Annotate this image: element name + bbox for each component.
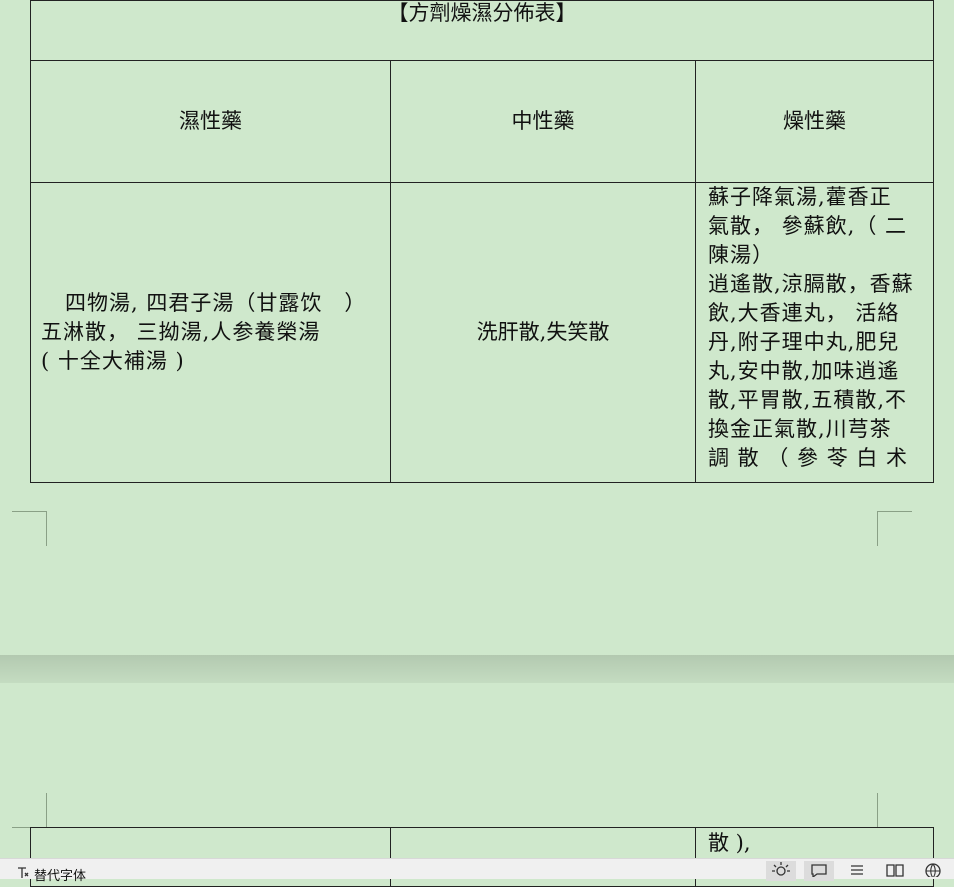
table-title: 【方劑燥濕分佈表】	[387, 1, 577, 25]
view-controls	[766, 861, 948, 881]
comment-icon	[809, 861, 829, 881]
eye-protection-button[interactable]	[766, 861, 796, 881]
dry-line: 丸,安中散,加味逍遙	[708, 359, 900, 383]
margin-corner-mark	[12, 511, 47, 546]
margin-corner-mark	[877, 511, 912, 546]
page-separator	[0, 655, 954, 683]
table-title-cell[interactable]: 【方劑燥濕分佈表】	[29, 0, 935, 61]
dry-line: 調 散 （ 參 苓 白 术	[708, 446, 909, 470]
wet-line: 四物湯, 四君子湯（甘露饮 ）	[65, 291, 367, 315]
dry-line: 蘇子降氣湯,藿香正	[708, 185, 892, 209]
header-neutral[interactable]: 中性藥	[390, 60, 696, 183]
wet-herbs-cell[interactable]: 四物湯, 四君子湯（甘露饮 ） 五淋散， 三拗湯,人参養榮湯 ( 十全大補湯 )	[30, 182, 391, 483]
neutral-herbs-cell[interactable]: 洗肝散,失笑散	[390, 182, 696, 483]
substitute-font-label: 替代字体	[34, 869, 87, 884]
status-bar: 替代字体	[0, 858, 954, 884]
web-view-button[interactable]	[918, 861, 948, 881]
dry-line: 氣散， 參蘇飲,（ 二	[708, 214, 908, 238]
dry-herbs-cell[interactable]: 蘇子降氣湯,藿香正 氣散， 參蘇飲,（ 二 陳湯） 逍遙散,涼膈散，香蘇 飲,大…	[694, 182, 935, 483]
dry-line: 陳湯）	[708, 243, 774, 267]
margin-corner-mark	[12, 793, 47, 828]
list-icon	[847, 861, 867, 881]
book-icon	[885, 861, 905, 881]
substitute-font-indicator[interactable]: 替代字体	[16, 865, 86, 884]
header-dry[interactable]: 燥性藥	[694, 60, 935, 183]
wet-line: ( 十全大補湯 )	[41, 349, 185, 373]
header-wet[interactable]: 濕性藥	[30, 60, 391, 183]
reading-view-button[interactable]	[880, 861, 910, 881]
font-substitute-icon	[16, 866, 30, 884]
dry-line: 散,平胃散,五積散,不	[708, 388, 908, 412]
dry-line: 換金正氣散,川芎茶	[708, 417, 892, 441]
dry-line: 逍遙散,涼膈散，香蘇	[708, 272, 914, 296]
dry-line: 飲,大香連丸， 活絡	[708, 301, 900, 325]
sun-icon	[771, 861, 791, 881]
dry-line: 丹,附子理中丸,肥兒	[708, 330, 900, 354]
comment-view-button[interactable]	[804, 861, 834, 881]
herb-formula-table: 【方劑燥濕分佈表】 濕性藥 中性藥 燥性藥 四物湯, 四君子湯（甘露饮 ） 五淋…	[29, 0, 935, 483]
globe-icon	[923, 861, 943, 881]
outline-view-button[interactable]	[842, 861, 872, 881]
margin-corner-mark	[877, 793, 912, 828]
wet-line: 五淋散， 三拗湯,人参養榮湯	[41, 320, 321, 344]
